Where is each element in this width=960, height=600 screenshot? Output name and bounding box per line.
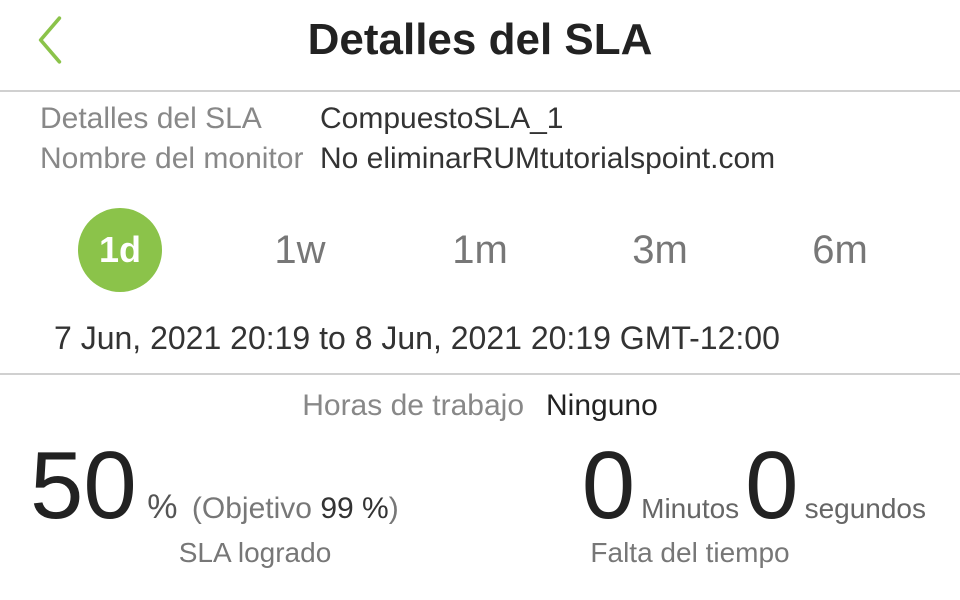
target-value: 99 % [320, 492, 388, 525]
date-range: 7 Jun, 2021 20:19 to 8 Jun, 2021 20:19 G… [0, 300, 960, 375]
tab-1m[interactable]: 1m [390, 220, 570, 281]
metric-time-missing: 0 Minutos 0 segundos Falta del tiempo [480, 431, 930, 569]
tab-1w[interactable]: 1w [210, 220, 390, 281]
metrics-row: 50 % (Objetivo 99 %) SLA logrado 0 Minut… [0, 431, 960, 569]
minutes-value: 0 [582, 431, 635, 541]
details-block: Detalles del SLA CompuestoSLA_1 Nombre d… [0, 92, 960, 176]
sla-label: Detalles del SLA [40, 102, 320, 136]
sla-value: CompuestoSLA_1 [320, 102, 564, 136]
detail-row-monitor: Nombre del monitor No eliminarRUMtutoria… [40, 142, 920, 176]
seconds-unit: segundos [805, 493, 926, 525]
minutes-unit: Minutos [641, 493, 739, 525]
missing-caption: Falta del tiempo [480, 537, 930, 569]
achieved-pct: % [147, 488, 177, 526]
monitor-value: No eliminarRUMtutorialspoint.com [320, 142, 775, 176]
metric-sla-achieved: 50 % (Objetivo 99 %) SLA logrado [30, 431, 480, 569]
target-wrap: (Objetivo 99 %) [192, 492, 399, 525]
detail-row-sla: Detalles del SLA CompuestoSLA_1 [40, 102, 920, 136]
target-suffix: ) [389, 492, 399, 525]
tab-6m[interactable]: 6m [750, 220, 930, 281]
time-range-tabs: 1d 1w 1m 3m 6m [0, 182, 960, 300]
working-hours-label: Horas de trabajo [302, 389, 524, 423]
achieved-caption: SLA logrado [30, 537, 480, 569]
achieved-value: 50 [30, 431, 137, 541]
seconds-value: 0 [745, 431, 798, 541]
page-title: Detalles del SLA [20, 15, 940, 65]
working-hours-value: Ninguno [546, 389, 658, 423]
tab-1d-label: 1d [78, 208, 162, 292]
tab-1d[interactable]: 1d [30, 200, 210, 300]
working-hours-row: Horas de trabajo Ninguno [0, 375, 960, 431]
header: Detalles del SLA [0, 0, 960, 92]
target-prefix: (Objetivo [192, 492, 320, 525]
tab-3m[interactable]: 3m [570, 220, 750, 281]
monitor-label: Nombre del monitor [40, 142, 320, 176]
